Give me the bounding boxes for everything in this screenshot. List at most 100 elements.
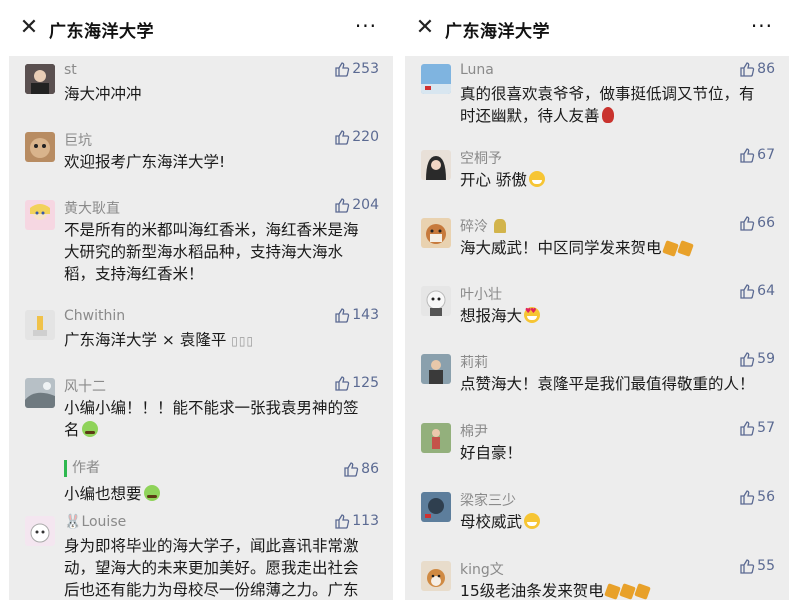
thumbs-up-icon xyxy=(740,421,755,436)
thumbs-up-icon xyxy=(740,490,755,505)
more-menu-button[interactable]: ··· xyxy=(355,14,377,38)
commenter-name: 莉莉 xyxy=(460,355,488,371)
like-count: 220 xyxy=(352,129,379,145)
thumbs-up-icon xyxy=(335,514,350,529)
comment-text: 广东海洋大学 × 袁隆平 ▯▯▯ xyxy=(64,329,369,352)
party-popper-icon xyxy=(676,240,694,257)
rose-emoji-icon xyxy=(601,107,614,123)
like-button[interactable]: 67 xyxy=(739,147,775,163)
avatar[interactable] xyxy=(421,286,451,316)
avatar[interactable] xyxy=(421,423,451,453)
like-count: 56 xyxy=(757,489,775,505)
comment-text-main: 想报海大 xyxy=(460,307,523,325)
party-popper-icon xyxy=(661,240,679,257)
comment-item: 空桐予 67 开心 骄傲 xyxy=(405,146,789,206)
comment-text: 海大威武！中区同学发来贺电 xyxy=(460,237,765,259)
comment-item: 莉莉 59 点赞海大！袁隆平是我们最值得敬重的人！ xyxy=(405,350,789,410)
page-title: 广东海洋大学 xyxy=(49,22,154,42)
like-button[interactable]: 86 xyxy=(739,61,775,77)
like-button[interactable]: 253 xyxy=(334,61,379,77)
comment-item: 黄大耿直 204 不是所有的米都叫海红香米，海红香米是海大研究的新型海水稻品种，… xyxy=(9,196,393,296)
like-button[interactable]: 59 xyxy=(739,351,775,367)
like-button[interactable]: 55 xyxy=(739,558,775,574)
comment-text: 母校威武 xyxy=(460,511,765,533)
party-popper-icon xyxy=(618,583,636,600)
reply-like-button[interactable]: 86 xyxy=(343,461,379,477)
more-menu-button[interactable]: ··· xyxy=(751,14,773,38)
like-button[interactable]: 143 xyxy=(334,307,379,323)
like-button[interactable]: 220 xyxy=(334,129,379,145)
thumbs-up-icon xyxy=(344,462,359,477)
like-button[interactable]: 113 xyxy=(334,513,379,529)
commenter-name: 黄大耿直 xyxy=(64,201,120,217)
wheat-emoji-icon xyxy=(494,219,507,233)
nav-header: ✕ 广东海洋大学 ··· xyxy=(9,0,393,56)
like-button[interactable]: 66 xyxy=(739,215,775,231)
like-count: 86 xyxy=(361,461,379,477)
avatar[interactable] xyxy=(25,132,55,162)
thumbs-up-icon xyxy=(335,198,350,213)
comment-item: 风十二 125 小编小编！！！能不能求一张我袁男神的签名 作者 86 小编也想要 xyxy=(9,374,393,504)
like-count: 253 xyxy=(352,61,379,77)
like-button[interactable]: 57 xyxy=(739,420,775,436)
party-popper-icon xyxy=(603,583,621,600)
comment-item: Chwithin 143 广东海洋大学 × 袁隆平 ▯▯▯ xyxy=(9,306,393,366)
like-count: 143 xyxy=(352,307,379,323)
commenter-name: 风十二 xyxy=(64,379,106,395)
comment-item: st 253 海大冲冲冲 xyxy=(9,60,393,120)
avatar[interactable] xyxy=(25,200,55,230)
like-count: 204 xyxy=(352,197,379,213)
comment-text-main: 母校威武 xyxy=(460,513,523,531)
nav-header: ✕ 广东海洋大学 ··· xyxy=(405,0,789,56)
comment-item: Luna 86 真的很喜欢袁爷爷，做事挺低调又节位，有时还幽默，待人友善 xyxy=(405,60,789,150)
avatar[interactable] xyxy=(25,516,55,546)
like-count: 57 xyxy=(757,420,775,436)
like-button[interactable]: 204 xyxy=(334,197,379,213)
thumbs-up-icon xyxy=(335,376,350,391)
avatar[interactable] xyxy=(25,378,55,408)
comment-list: Luna 86 真的很喜欢袁爷爷，做事挺低调又节位，有时还幽默，待人友善 空桐予… xyxy=(405,56,789,600)
thumbs-up-icon xyxy=(740,216,755,231)
comment-text: 好自豪！ xyxy=(460,444,523,462)
comment-item: 巨坑 220 欢迎报考广东海洋大学! xyxy=(9,128,393,188)
close-icon[interactable]: ✕ xyxy=(17,16,41,40)
reply-text-main: 小编也想要 xyxy=(64,485,142,503)
avatar[interactable] xyxy=(25,64,55,94)
commenter-name-text: 碎泠 xyxy=(460,219,488,235)
comment-item: 梁家三少 56 母校威武 xyxy=(405,488,789,548)
like-count: 66 xyxy=(757,215,775,231)
avatar[interactable] xyxy=(421,492,451,522)
close-icon[interactable]: ✕ xyxy=(413,16,437,40)
avatar[interactable] xyxy=(421,64,451,94)
commenter-name: st xyxy=(64,62,77,78)
like-count: 55 xyxy=(757,558,775,574)
comment-text: 小编小编！！！能不能求一张我袁男神的签名 xyxy=(64,397,369,441)
like-button[interactable]: 64 xyxy=(739,283,775,299)
like-button[interactable]: 125 xyxy=(334,375,379,391)
comment-list: st 253 海大冲冲冲 巨坑 220 欢迎报考广东海洋大学! 黄大耿直 204… xyxy=(9,56,393,600)
like-count: 86 xyxy=(757,61,775,77)
like-button[interactable]: 56 xyxy=(739,489,775,505)
avatar[interactable] xyxy=(25,310,55,340)
comment-item: 叶小壮 64 想报海大 xyxy=(405,282,789,342)
thumbs-up-icon xyxy=(740,559,755,574)
like-count: 64 xyxy=(757,283,775,299)
comment-text-main: 海大威武！中区同学发来贺电 xyxy=(460,239,662,257)
comment-text: 海大冲冲冲 xyxy=(64,85,142,103)
avatar[interactable] xyxy=(421,218,451,248)
comment-text-main: 开心 骄傲 xyxy=(460,171,527,189)
comment-text: 点赞海大！袁隆平是我们最值得敬重的人！ xyxy=(460,375,755,393)
thumbs-up-icon xyxy=(740,284,755,299)
thumbs-up-icon xyxy=(740,148,755,163)
comment-item: 碎泠 66 海大威武！中区同学发来贺电 xyxy=(405,214,789,274)
avatar[interactable] xyxy=(421,354,451,384)
grinning-emoji-icon xyxy=(524,513,541,529)
commenter-name: Chwithin xyxy=(64,308,126,324)
comment-text: 真的很喜欢袁爷爷，做事挺低调又节位，有时还幽默，待人友善 xyxy=(460,83,765,127)
commenter-name: Luna xyxy=(460,62,494,78)
avatar[interactable] xyxy=(421,561,451,591)
grinning-emoji-icon xyxy=(528,171,545,187)
comment-text: 身为即将毕业的海大学子，闻此喜讯非常激动，望海大的未来更加美好。愿我走出社会后也… xyxy=(64,537,359,599)
comment-item: 🐰Louise 113 身为即将毕业的海大学子，闻此喜讯非常激动，望海大的未来更… xyxy=(9,512,393,600)
avatar[interactable] xyxy=(421,150,451,180)
